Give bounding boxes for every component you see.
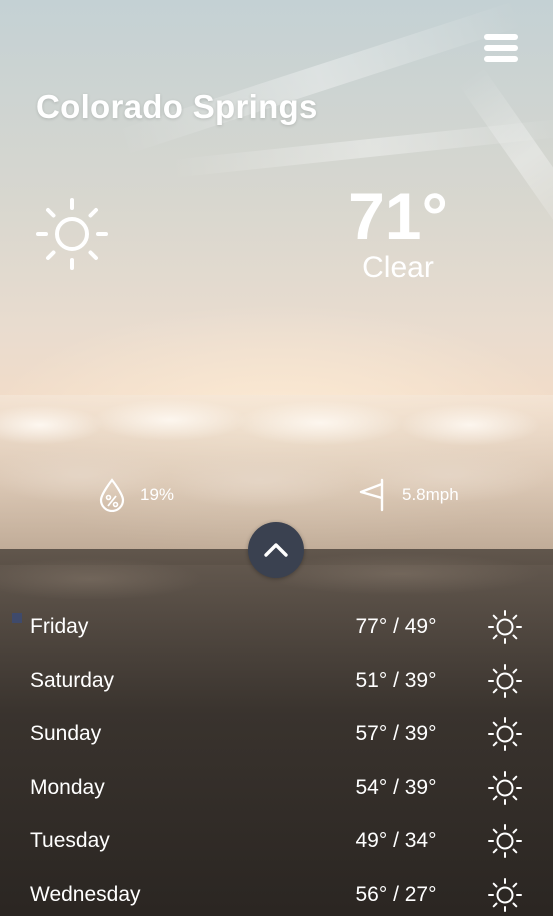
forecast-temp-range: 54° / 39° — [355, 775, 437, 799]
forecast-row: Saturday 51° / 39° — [0, 663, 553, 707]
forecast-day: Wednesday — [30, 882, 141, 906]
hamburger-menu-icon[interactable] — [484, 34, 518, 66]
forecast-row: Monday 54° / 39° — [0, 770, 553, 814]
forecast-temp-range: 57° / 39° — [355, 722, 437, 745]
current-condition: Clear — [362, 251, 434, 284]
sun-icon — [488, 717, 522, 751]
sun-icon — [488, 610, 522, 644]
sun-icon — [488, 824, 522, 858]
wind-value: 5.8mph — [402, 485, 459, 504]
chevron-up-icon — [264, 543, 288, 557]
forecast-day: Monday — [30, 775, 105, 799]
wind-stat: 5.8mph — [358, 478, 459, 512]
forecast-temp-range: 49° / 34° — [355, 829, 437, 852]
forecast-row: Wednesday 56° / 27° — [0, 877, 553, 916]
humidity-stat: 19% — [98, 478, 174, 512]
forecast-row: Sunday 57° / 39° — [0, 717, 553, 760]
forecast-temp-range: 51° / 39° — [355, 668, 437, 692]
forecast-day: Tuesday — [30, 829, 110, 852]
sun-icon — [488, 877, 522, 912]
forecast-row: Tuesday 49° / 34° — [0, 824, 553, 867]
sun-icon — [36, 198, 108, 270]
weather-app: Colorado Springs 71° Clear 19% 5.8mph Fr… — [0, 0, 553, 916]
forecast-day: Friday — [30, 615, 89, 638]
light-ray — [457, 66, 553, 248]
forecast-day: Sunday — [30, 722, 102, 745]
humidity-value: 19% — [140, 485, 175, 504]
humidity-drop-icon — [99, 478, 125, 512]
forecast-day: Saturday — [30, 668, 115, 692]
wind-flag-icon — [359, 478, 384, 512]
city-name: Colorado Springs — [36, 88, 318, 125]
forecast-temp-range: 56° / 27° — [355, 882, 437, 906]
forecast-temp-range: 77° / 49° — [355, 615, 437, 638]
forecast-row: Friday 77° / 49° — [0, 610, 553, 653]
sun-icon — [488, 663, 522, 698]
sun-icon — [488, 770, 522, 805]
collapse-forecast-button[interactable] — [248, 522, 304, 578]
current-temperature: 71° — [348, 179, 448, 253]
